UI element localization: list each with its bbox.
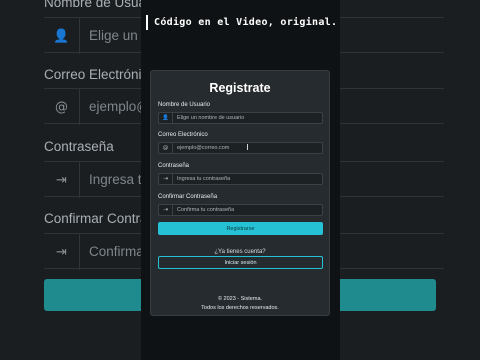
bg-label-password: Contraseña — [44, 139, 114, 154]
bg-label-email: Correo Electrónico — [44, 67, 156, 82]
user-icon: 👤 — [44, 18, 80, 54]
user-icon: 👤 — [159, 113, 173, 123]
footer-rights: Todos los derechos reservados. — [201, 305, 279, 311]
at-icon: @ — [159, 143, 173, 153]
caption-bar — [146, 14, 148, 30]
key-icon: ⇥ — [159, 205, 173, 215]
footer: © 2023 - Sistema. Todos los derechos res… — [151, 295, 329, 313]
login-button[interactable]: Iniciar sesión — [158, 256, 323, 269]
key-icon: ⇥ — [159, 174, 173, 184]
confirm-password-placeholder: Confirma tu contraseña — [177, 207, 235, 213]
email-placeholder: ejemplo@correo.com — [177, 145, 230, 151]
password-field[interactable]: ⇥ Ingresa tu contraseña — [158, 173, 323, 185]
video-caption: Código en el Video, original. — [141, 12, 340, 32]
have-account-text: ¿Ya tienes cuenta? — [214, 249, 266, 255]
label-password: Contraseña — [158, 163, 190, 169]
form-title: Registrate — [209, 81, 271, 95]
key-icon: ⇥ — [44, 162, 80, 198]
key-icon: ⇥ — [44, 234, 80, 270]
label-confirm-password: Confirmar Contraseña — [158, 194, 218, 200]
email-field[interactable]: @ ejemplo@correo.com — [158, 142, 323, 154]
text-cursor-icon — [247, 144, 248, 150]
register-button[interactable]: Registrarse — [158, 222, 323, 235]
password-placeholder: Ingresa tu contraseña — [177, 176, 231, 182]
label-username: Nombre de Usuario — [158, 102, 211, 108]
username-field[interactable]: 👤 Elige un nombre de usuario — [158, 112, 323, 124]
confirm-password-field[interactable]: ⇥ Confirma tu contraseña — [158, 204, 323, 216]
at-icon: @ — [44, 89, 80, 125]
register-card: Registrate Nombre de Usuario 👤 Elige un … — [150, 70, 330, 316]
footer-copyright: © 2023 - Sistema. — [217, 296, 263, 302]
username-placeholder: Elige un nombre de usuario — [177, 115, 245, 121]
label-email: Correo Electrónico — [158, 132, 208, 138]
